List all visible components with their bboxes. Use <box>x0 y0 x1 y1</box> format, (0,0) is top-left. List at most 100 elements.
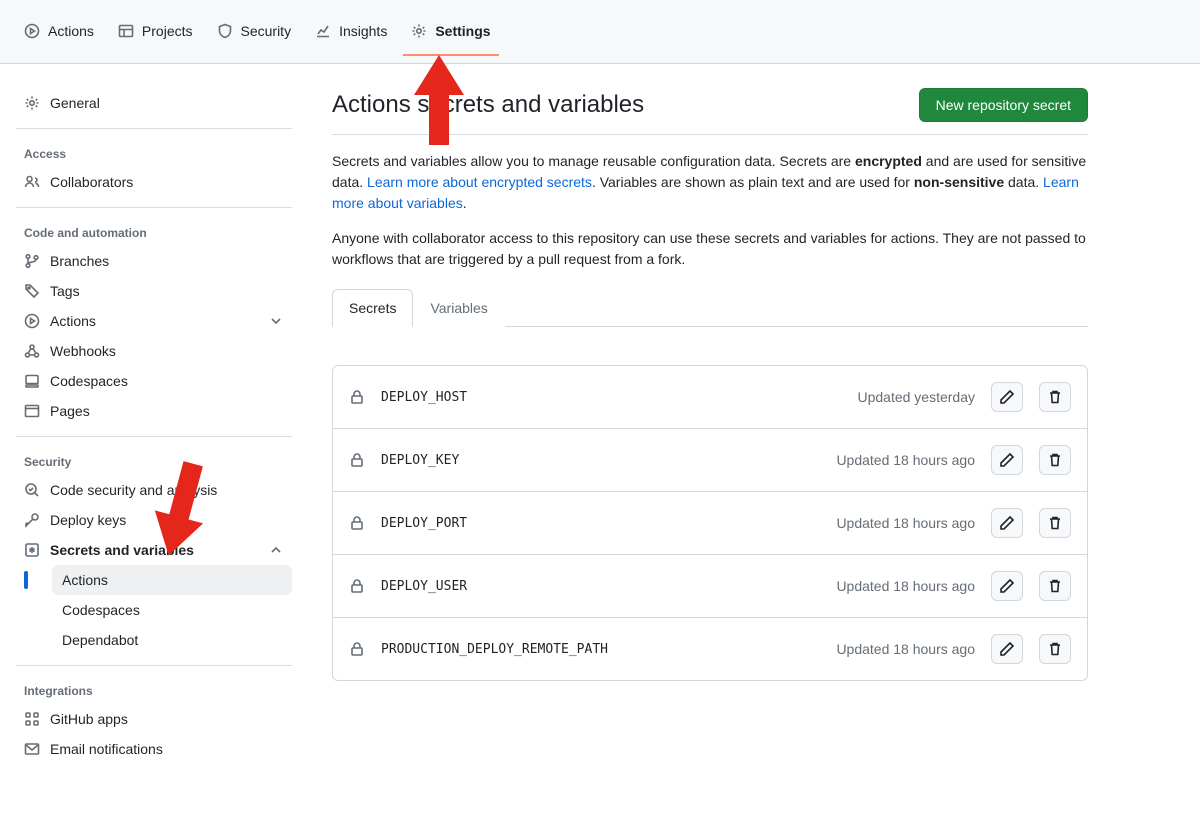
sidebar-item-collaborators[interactable]: Collaborators <box>16 167 292 197</box>
tab-label: Actions <box>48 16 94 46</box>
sidebar-label: Pages <box>50 403 90 419</box>
chevron-up-icon <box>268 542 284 558</box>
secret-updated: Updated 18 hours ago <box>836 578 975 594</box>
sidebar-item-sv-codespaces[interactable]: Codespaces <box>52 595 292 625</box>
sidebar-label: Email notifications <box>50 741 163 757</box>
gear-icon <box>411 23 427 39</box>
mail-icon <box>24 741 40 757</box>
codescan-icon <box>24 482 40 498</box>
sidebar-label: Dependabot <box>62 632 138 648</box>
tab-variables[interactable]: Variables <box>413 289 504 327</box>
sidebar-item-webhooks[interactable]: Webhooks <box>16 336 292 366</box>
delete-secret-button[interactable] <box>1039 634 1071 664</box>
edit-secret-button[interactable] <box>991 508 1023 538</box>
pencil-icon <box>999 578 1015 594</box>
sidebar-label: Code security and analysis <box>50 482 217 498</box>
secrets-list: DEPLOY_HOSTUpdated yesterdayDEPLOY_KEYUp… <box>332 365 1088 681</box>
table-icon <box>118 23 134 39</box>
sidebar-item-codespaces[interactable]: Codespaces <box>16 366 292 396</box>
sidebar-heading-security: Security <box>16 447 292 475</box>
trash-icon <box>1047 515 1063 531</box>
pencil-icon <box>999 389 1015 405</box>
link-encrypted-secrets[interactable]: Learn more about encrypted secrets <box>367 174 592 190</box>
sidebar-item-sv-actions[interactable]: Actions <box>52 565 292 595</box>
divider <box>16 665 292 666</box>
new-repository-secret-button[interactable]: New repository secret <box>919 88 1088 122</box>
page-header: Actions secrets and variables New reposi… <box>332 88 1088 135</box>
sidebar-heading-code: Code and automation <box>16 218 292 246</box>
shield-icon <box>217 23 233 39</box>
secrets-variables-tabs: Secrets Variables <box>332 288 1088 327</box>
tab-insights[interactable]: Insights <box>307 8 395 56</box>
sidebar-item-actions[interactable]: Actions <box>16 306 292 336</box>
main-content: Actions secrets and variables New reposi… <box>308 64 1200 788</box>
tag-icon <box>24 283 40 299</box>
branch-icon <box>24 253 40 269</box>
edit-secret-button[interactable] <box>991 445 1023 475</box>
tab-label: Projects <box>142 16 193 46</box>
page-title: Actions secrets and variables <box>332 91 644 119</box>
sidebar-label: Branches <box>50 253 109 269</box>
browser-icon <box>24 403 40 419</box>
delete-secret-button[interactable] <box>1039 571 1071 601</box>
edit-secret-button[interactable] <box>991 382 1023 412</box>
tab-security[interactable]: Security <box>209 8 300 56</box>
tab-secrets[interactable]: Secrets <box>332 289 413 327</box>
trash-icon <box>1047 452 1063 468</box>
sidebar-label: General <box>50 95 100 111</box>
chevron-down-icon <box>268 313 284 329</box>
tab-projects[interactable]: Projects <box>110 8 201 56</box>
secret-name: PRODUCTION_DEPLOY_REMOTE_PATH <box>381 642 820 657</box>
sidebar-heading-integrations: Integrations <box>16 676 292 704</box>
sidebar-item-branches[interactable]: Branches <box>16 246 292 276</box>
tab-label: Insights <box>339 16 387 46</box>
sidebar-item-sv-dependabot[interactable]: Dependabot <box>52 625 292 655</box>
lock-icon <box>349 641 365 657</box>
sidebar-label: Codespaces <box>62 602 140 618</box>
sidebar-item-tags[interactable]: Tags <box>16 276 292 306</box>
secret-name: DEPLOY_HOST <box>381 390 841 405</box>
delete-secret-button[interactable] <box>1039 508 1071 538</box>
delete-secret-button[interactable] <box>1039 382 1071 412</box>
webhook-icon <box>24 343 40 359</box>
sidebar-label: Codespaces <box>50 373 128 389</box>
secret-row: DEPLOY_USER Updated 18 hours ago <box>333 555 1087 618</box>
repo-tabnav: Actions Projects Security Insights Setti… <box>0 0 1200 64</box>
secret-name: DEPLOY_KEY <box>381 453 820 468</box>
sidebar-item-secrets-variables[interactable]: Secrets and variables <box>16 535 292 565</box>
edit-secret-button[interactable] <box>991 571 1023 601</box>
sidebar-item-general[interactable]: General <box>16 88 292 118</box>
sidebar-label: Webhooks <box>50 343 116 359</box>
gear-icon <box>24 95 40 111</box>
secret-updated: Updated 18 hours ago <box>836 641 975 657</box>
sidebar-item-code-security[interactable]: Code security and analysis <box>16 475 292 505</box>
secret-row: DEPLOY_KEYUpdated 18 hours ago <box>333 429 1087 492</box>
secret-row: PRODUCTION_DEPLOY_REMOTE_PATH Updated 18 … <box>333 618 1087 680</box>
sidebar-label: Secrets and variables <box>50 542 194 558</box>
sidebar-label: Actions <box>62 572 108 588</box>
codespaces-icon <box>24 373 40 389</box>
sidebar-item-email-notifications[interactable]: Email notifications <box>16 734 292 764</box>
sidebar-heading-access: Access <box>16 139 292 167</box>
description-2: Anyone with collaborator access to this … <box>332 228 1088 270</box>
delete-secret-button[interactable] <box>1039 445 1071 475</box>
secret-name: DEPLOY_PORT <box>381 516 820 531</box>
tab-settings[interactable]: Settings <box>403 8 498 56</box>
sidebar-item-pages[interactable]: Pages <box>16 396 292 426</box>
sidebar-label: Collaborators <box>50 174 133 190</box>
lock-icon <box>349 578 365 594</box>
divider <box>16 207 292 208</box>
play-circle-icon <box>24 313 40 329</box>
sidebar-item-github-apps[interactable]: GitHub apps <box>16 704 292 734</box>
lock-icon <box>349 515 365 531</box>
edit-secret-button[interactable] <box>991 634 1023 664</box>
pencil-icon <box>999 452 1015 468</box>
key-asterisk-icon <box>24 542 40 558</box>
sidebar-item-deploy-keys[interactable]: Deploy keys <box>16 505 292 535</box>
divider <box>16 128 292 129</box>
secret-updated: Updated yesterday <box>857 389 975 405</box>
tab-actions[interactable]: Actions <box>16 8 102 56</box>
secret-name: DEPLOY_USER <box>381 579 820 594</box>
sidebar-label: Tags <box>50 283 80 299</box>
sidebar-label: Deploy keys <box>50 512 126 528</box>
